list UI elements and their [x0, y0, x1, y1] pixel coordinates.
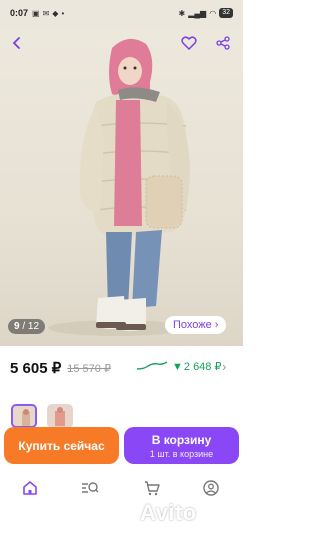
similar-button[interactable]: Похоже ›: [165, 316, 227, 334]
back-button[interactable]: [6, 32, 28, 54]
current-price: 5 605 ₽: [10, 360, 62, 377]
status-time: 0:07: [10, 8, 29, 18]
gallery-current: 9: [14, 321, 20, 332]
gesture-bar: [0, 524, 243, 540]
back-arrow-icon: [12, 37, 20, 49]
thumbnail-2[interactable]: [47, 404, 73, 428]
chevron-right-icon: ›: [222, 359, 227, 374]
profile-icon: [203, 480, 219, 496]
nav-home[interactable]: [20, 478, 40, 498]
favorite-button[interactable]: [178, 32, 200, 54]
share-icon: [216, 36, 230, 50]
nav-search[interactable]: [80, 478, 100, 498]
more-dots-icon: •: [61, 8, 65, 18]
product-photo: [48, 38, 190, 336]
cart-count-text: 1 шт. в корзине: [149, 448, 214, 459]
bottom-navigation: [0, 470, 243, 504]
thumbnail-image: [22, 409, 30, 426]
thumbnail-image: [55, 407, 65, 426]
notification-icon: ◆: [52, 8, 59, 18]
price-drop-value: 2 648 ₽: [183, 361, 222, 373]
price-trend-chart-icon: [136, 361, 168, 370]
heart-icon: [181, 36, 197, 50]
buy-now-label: Купить сейчас: [18, 438, 105, 453]
nav-cart[interactable]: [142, 478, 162, 498]
gallery-counter: 9 / 12: [8, 319, 46, 334]
signal-icon: ▂▄▆: [188, 8, 207, 18]
thumbnail-1[interactable]: [11, 404, 37, 428]
status-notification-icons: ▣ ✉ ◆ •: [32, 9, 64, 18]
image-icon: ▣: [32, 8, 40, 18]
mail-icon: ✉: [42, 8, 50, 18]
watermark-logo: Avito: [140, 500, 197, 525]
wifi-icon: ◠: [209, 8, 217, 18]
gallery-total: 12: [27, 321, 40, 332]
chevron-right-icon: ›: [214, 319, 219, 331]
status-system-icons: ✱ ▂▄▆ ◠ 32: [179, 8, 233, 18]
arrow-down-icon: ▼: [172, 360, 183, 373]
price-drop: ▼ 2 648 ₽: [172, 360, 222, 374]
nav-profile[interactable]: [201, 478, 221, 498]
battery-icon: 32: [219, 8, 233, 18]
similar-label: Похоже: [173, 319, 212, 331]
buy-now-button[interactable]: Купить сейчас: [4, 427, 119, 464]
home-icon: [23, 481, 37, 495]
cart-icon: [145, 481, 160, 496]
price-row[interactable]: 5 605 ₽ 15 570 ₽ ▼ 2 648 ₽ ›: [0, 355, 243, 381]
product-photo-gallery[interactable]: 9 / 12 Похоже ›: [0, 26, 243, 346]
search-list-icon: [82, 482, 99, 493]
status-bar: 0:07 ▣ ✉ ◆ • ✱ ▂▄▆ ◠ 32: [0, 0, 243, 26]
old-price: 15 570 ₽: [67, 362, 111, 375]
bluetooth-icon: ✱: [178, 8, 186, 18]
share-button[interactable]: [212, 32, 234, 54]
add-to-cart-label: В корзину: [151, 432, 212, 447]
add-to-cart-button[interactable]: В корзину 1 шт. в корзине: [124, 427, 239, 464]
